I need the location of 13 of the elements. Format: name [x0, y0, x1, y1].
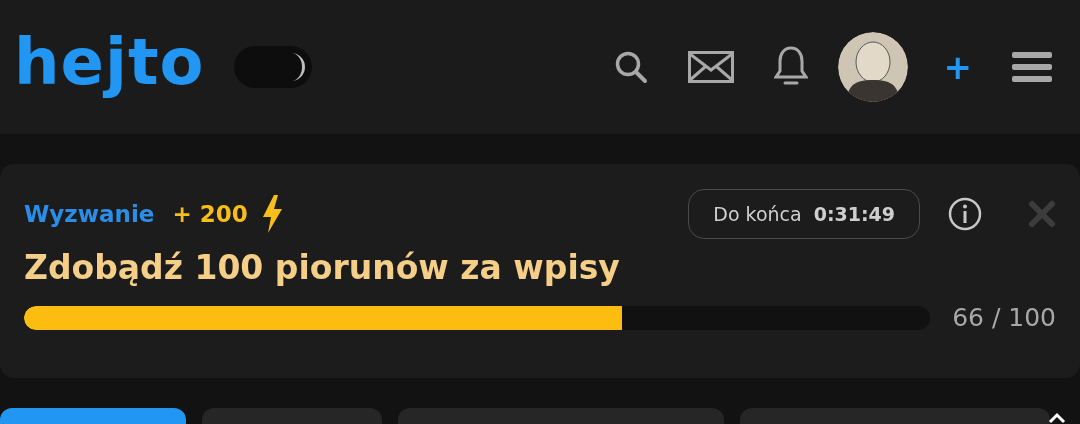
- challenge-title: Zdobądź 100 piorunów za wpisy: [24, 248, 621, 287]
- info-icon[interactable]: [948, 197, 982, 231]
- chevron-icon[interactable]: [1048, 412, 1066, 424]
- menu-icon[interactable]: [1012, 52, 1052, 82]
- theme-toggle[interactable]: [234, 46, 313, 88]
- mail-icon[interactable]: [687, 51, 734, 83]
- progress-count: 66 / 100: [952, 303, 1056, 332]
- search-icon[interactable]: [613, 50, 648, 84]
- countdown-time: 0:31:49: [813, 203, 895, 225]
- reward-points: + 200: [172, 201, 248, 227]
- add-button[interactable]: +: [943, 47, 972, 87]
- countdown-label: Do końca: [713, 203, 802, 225]
- challenge-label: Wyzwanie: [24, 201, 155, 227]
